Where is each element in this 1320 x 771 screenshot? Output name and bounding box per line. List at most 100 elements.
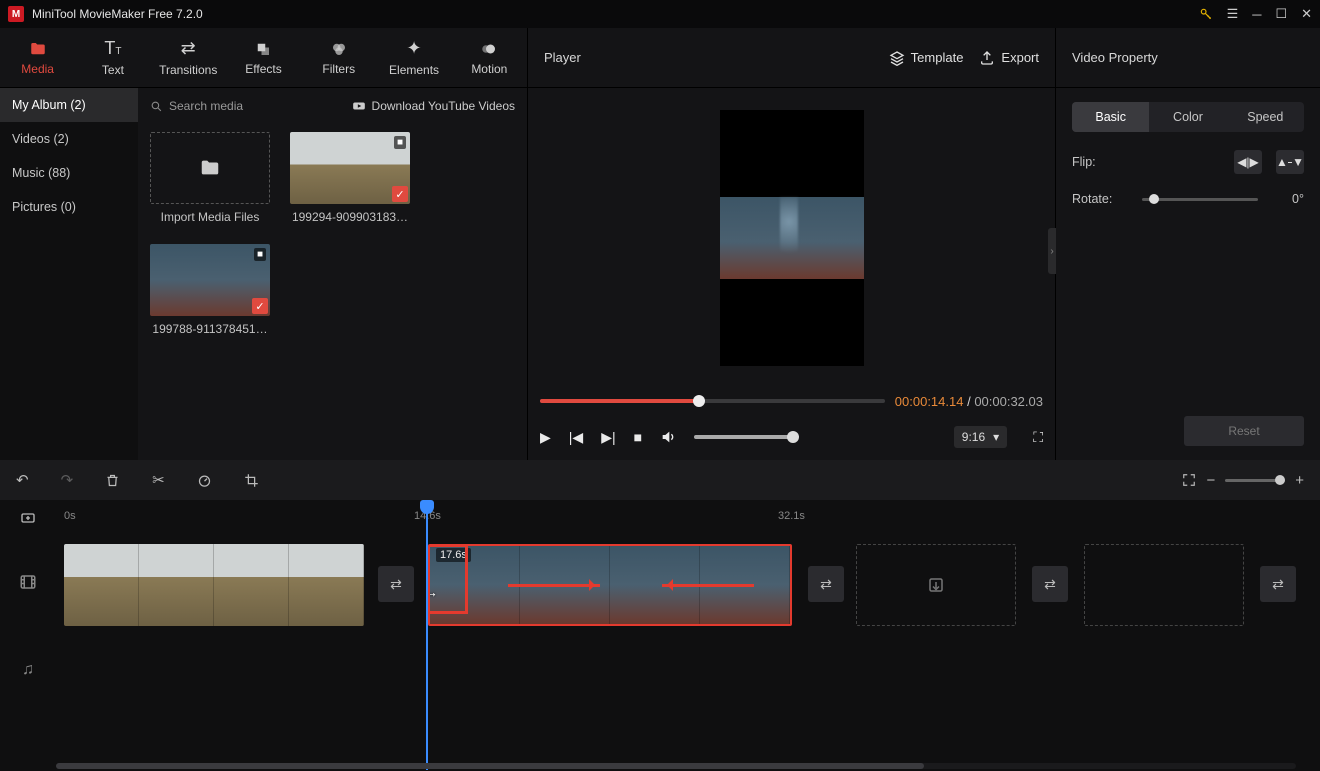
- motion-icon: [480, 40, 498, 58]
- timeline-panel: ↶ ↷ ✂ − + 0s 14.6s 32.1s: [0, 460, 1320, 771]
- property-title: Video Property: [1056, 28, 1320, 88]
- sidebar-item-myalbum[interactable]: My Album (2): [0, 88, 138, 122]
- crop-button[interactable]: [244, 473, 259, 488]
- maximize-icon[interactable]: ☐: [1275, 6, 1287, 22]
- export-icon: [979, 50, 995, 66]
- tab-basic[interactable]: Basic: [1072, 102, 1149, 132]
- flip-label: Flip:: [1072, 155, 1128, 169]
- tab-text[interactable]: TTText: [75, 28, 150, 87]
- undo-button[interactable]: ↶: [16, 471, 29, 489]
- check-badge-icon: ✓: [252, 298, 268, 314]
- timeline-ruler[interactable]: 0s 14.6s 32.1s: [0, 500, 1320, 536]
- sidebar-item-music[interactable]: Music (88): [0, 156, 138, 190]
- tab-color[interactable]: Color: [1149, 102, 1226, 132]
- timeline-toolbar: ↶ ↷ ✂ − +: [0, 460, 1320, 500]
- flip-vertical-button[interactable]: ▲▼: [1276, 150, 1304, 174]
- video-track[interactable]: ⇄ 17.6s ↔ ⇄ ⇄ ⇄: [56, 544, 1310, 626]
- timeline-scrollbar[interactable]: [56, 763, 1296, 769]
- player-title: Player: [544, 50, 873, 65]
- volume-icon[interactable]: [660, 429, 676, 445]
- time-display: 00:00:14.14 / 00:00:32.03: [895, 394, 1043, 409]
- rotate-value: 0°: [1272, 192, 1304, 206]
- prev-frame-button[interactable]: |◀: [569, 429, 583, 446]
- sidebar-item-pictures[interactable]: Pictures (0): [0, 190, 138, 224]
- title-bar: M MiniTool MovieMaker Free 7.2.0 ☰ ─ ☐ ✕: [0, 0, 1320, 28]
- folder-icon: [29, 40, 47, 58]
- media-panel: Media TTText ⇄Transitions Effects Filter…: [0, 28, 528, 460]
- tab-filters[interactable]: Filters: [301, 28, 376, 87]
- ruler-mark-end: 32.1s: [778, 510, 805, 522]
- video-badge-icon: ■: [254, 248, 266, 261]
- search-input[interactable]: Search media: [150, 99, 342, 113]
- tab-transitions[interactable]: ⇄Transitions: [151, 28, 226, 87]
- aspect-ratio-select[interactable]: 9:16 ▾: [954, 426, 1007, 448]
- reset-button[interactable]: Reset: [1184, 416, 1304, 446]
- tab-effects[interactable]: Effects: [226, 28, 301, 87]
- clip-2-selected[interactable]: 17.6s ↔: [428, 544, 792, 626]
- speed-button[interactable]: [197, 473, 212, 488]
- play-button[interactable]: ▶: [540, 429, 551, 446]
- redo-button[interactable]: ↷: [61, 471, 74, 489]
- export-button[interactable]: Export: [979, 50, 1039, 66]
- app-logo-icon: M: [8, 6, 24, 22]
- menu-icon[interactable]: ☰: [1227, 6, 1239, 22]
- zoom-out-button[interactable]: −: [1206, 472, 1215, 489]
- tab-motion[interactable]: Motion: [452, 28, 527, 87]
- empty-clip-slot-2[interactable]: [1084, 544, 1244, 626]
- audio-track-icon: ♫: [0, 628, 56, 712]
- import-media-tile[interactable]: Import Media Files: [150, 132, 270, 224]
- app-title: MiniTool MovieMaker Free 7.2.0: [32, 7, 1191, 21]
- transition-slot-3[interactable]: ⇄: [1032, 566, 1068, 602]
- flip-horizontal-button[interactable]: ◀|▶: [1234, 150, 1262, 174]
- transition-slot-2[interactable]: ⇄: [808, 566, 844, 602]
- template-icon: [889, 50, 905, 66]
- folder-plus-icon: [199, 157, 221, 179]
- tab-media[interactable]: Media: [0, 28, 75, 87]
- trim-annotation-box: [428, 544, 468, 614]
- ruler-mark-0: 0s: [64, 510, 76, 522]
- close-icon[interactable]: ✕: [1301, 6, 1312, 22]
- top-tabs: Media TTText ⇄Transitions Effects Filter…: [0, 28, 527, 88]
- zoom-fit-button[interactable]: [1182, 473, 1196, 487]
- check-badge-icon: ✓: [392, 186, 408, 202]
- sidebar-item-videos[interactable]: Videos (2): [0, 122, 138, 156]
- preview-canvas[interactable]: [720, 110, 864, 366]
- rotate-slider[interactable]: [1142, 198, 1258, 201]
- template-button[interactable]: Template: [889, 50, 964, 66]
- effects-icon: [254, 40, 272, 58]
- transition-slot-4[interactable]: ⇄: [1260, 566, 1296, 602]
- media-tile-1[interactable]: ■ ✓ 199294-909903183…: [290, 132, 410, 224]
- scrub-slider[interactable]: [540, 399, 885, 403]
- tab-elements[interactable]: ✦Elements: [376, 28, 451, 87]
- player-panel: Player Template Export: [528, 28, 1056, 460]
- search-icon: [150, 100, 163, 113]
- video-badge-icon: ■: [394, 136, 406, 149]
- next-frame-button[interactable]: ▶|: [601, 429, 615, 446]
- transition-slot-1[interactable]: ⇄: [378, 566, 414, 602]
- rotate-label: Rotate:: [1072, 192, 1128, 206]
- delete-button[interactable]: [105, 473, 120, 488]
- fullscreen-button[interactable]: ⛶: [1033, 429, 1043, 446]
- property-panel: › Video Property Basic Color Speed Flip:…: [1056, 28, 1320, 460]
- elements-icon: ✦: [407, 38, 422, 59]
- clip-1[interactable]: [64, 544, 364, 626]
- volume-slider[interactable]: [694, 435, 794, 439]
- minimize-icon[interactable]: ─: [1252, 7, 1261, 22]
- text-icon: TT: [104, 38, 121, 59]
- album-sidebar: My Album (2) Videos (2) Music (88) Pictu…: [0, 88, 138, 460]
- video-track-icon: [0, 536, 56, 628]
- chevron-down-icon: ▾: [993, 430, 999, 444]
- collapse-handle[interactable]: ›: [1048, 228, 1056, 274]
- youtube-icon: [352, 99, 366, 113]
- empty-clip-slot-1[interactable]: [856, 544, 1016, 626]
- property-tabs: Basic Color Speed: [1072, 102, 1304, 132]
- stop-button[interactable]: ■: [634, 429, 642, 445]
- download-youtube-button[interactable]: Download YouTube Videos: [352, 99, 515, 113]
- split-button[interactable]: ✂: [152, 471, 165, 489]
- zoom-in-button[interactable]: +: [1295, 472, 1304, 489]
- add-track-button[interactable]: [0, 500, 56, 536]
- tab-speed[interactable]: Speed: [1227, 102, 1304, 132]
- zoom-slider[interactable]: [1225, 479, 1285, 482]
- upgrade-key-icon[interactable]: [1199, 7, 1213, 21]
- media-tile-2[interactable]: ■ ✓ 199788-911378451…: [150, 244, 270, 336]
